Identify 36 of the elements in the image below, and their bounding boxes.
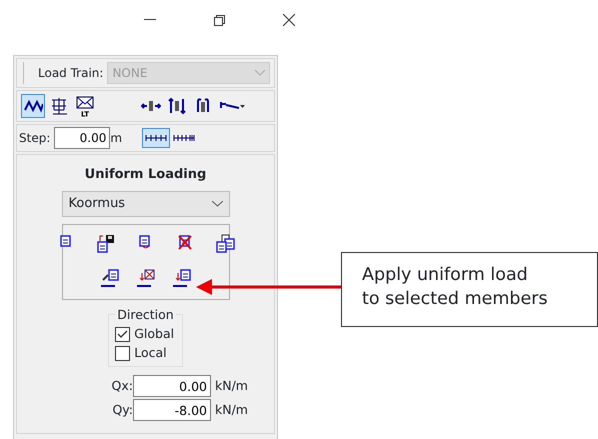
minimize-icon[interactable] — [144, 19, 156, 21]
callout-text-line: to selected members — [362, 288, 549, 311]
grid-icon — [49, 96, 69, 116]
caret-icon — [240, 104, 244, 108]
step-field[interactable]: 0.00 — [54, 127, 110, 149]
field-label: Step: — [19, 130, 50, 147]
save-icon — [96, 232, 116, 252]
load-type-dropdown[interactable]: Koormus — [62, 190, 230, 216]
checkbox-label: Global — [134, 325, 174, 344]
checkbox-label: Local — [134, 344, 167, 362]
apply-member-load-icon — [172, 268, 192, 288]
callout-text-line: Apply uniform load — [362, 264, 529, 287]
close-icon[interactable] — [283, 14, 295, 26]
remove-member-load-icon — [136, 268, 156, 288]
unit-label: m — [110, 130, 122, 147]
checkbox[interactable] — [115, 327, 130, 342]
tick-marks-icon — [173, 134, 196, 142]
unit-label: kN/m — [215, 376, 248, 395]
unit-label: kN/m — [215, 400, 248, 419]
field-label: Qx: — [110, 376, 133, 395]
field-label: Qy: — [111, 400, 133, 419]
caret-icon — [255, 70, 265, 76]
checkbox[interactable] — [115, 346, 130, 362]
zigzag-icon-button[interactable] — [21, 94, 45, 118]
restore-icon[interactable] — [214, 14, 225, 26]
swap-member-icon — [100, 268, 120, 288]
copy-documents-icon — [216, 232, 236, 252]
load-field[interactable]: -8.00 — [133, 399, 211, 422]
tick-marks-icon — [145, 134, 168, 142]
caret-icon — [212, 200, 222, 206]
vertical-arrows-icon — [167, 96, 187, 116]
field-label: Load Train: — [38, 65, 104, 82]
section-title: Uniform Loading — [84, 166, 206, 184]
load-field[interactable]: 0.00 — [133, 375, 211, 398]
checkmark-icon — [117, 330, 128, 340]
spacing-mode-button[interactable] — [142, 128, 170, 148]
